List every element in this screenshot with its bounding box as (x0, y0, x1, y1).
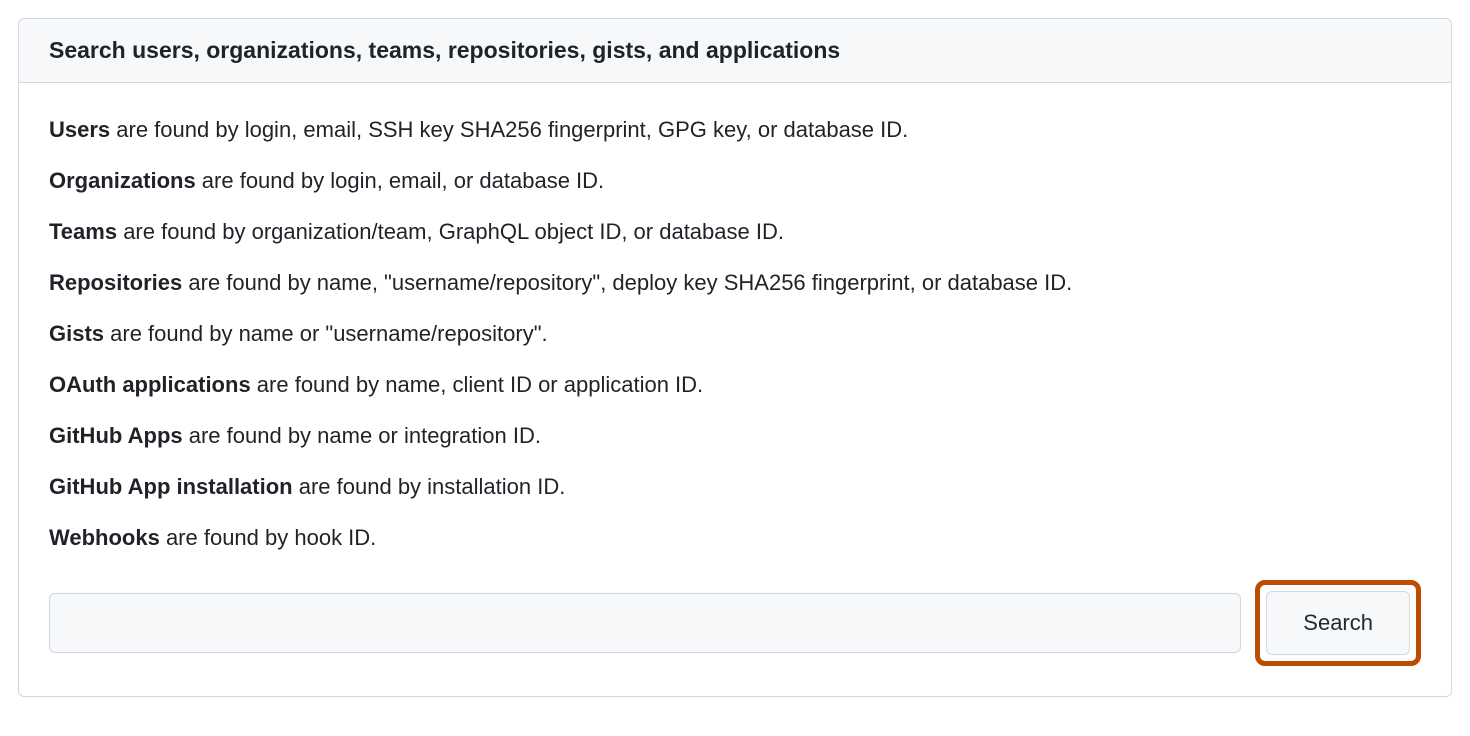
help-bold: OAuth applications (49, 372, 251, 397)
help-line-repositories: Repositories are found by name, "usernam… (49, 266, 1421, 299)
help-rest: are found by login, email, or database I… (196, 168, 604, 193)
help-line-users: Users are found by login, email, SSH key… (49, 113, 1421, 146)
help-line-github-apps: GitHub Apps are found by name or integra… (49, 419, 1421, 452)
search-panel: Search users, organizations, teams, repo… (18, 18, 1452, 697)
help-rest: are found by name or "username/repositor… (104, 321, 548, 346)
help-bold: Teams (49, 219, 117, 244)
help-bold: Gists (49, 321, 104, 346)
help-line-github-app-installation: GitHub App installation are found by ins… (49, 470, 1421, 503)
panel-header: Search users, organizations, teams, repo… (19, 19, 1451, 83)
help-rest: are found by name or integration ID. (183, 423, 541, 448)
help-rest: are found by hook ID. (160, 525, 376, 550)
help-bold: GitHub App installation (49, 474, 293, 499)
help-bold: Organizations (49, 168, 196, 193)
help-rest: are found by organization/team, GraphQL … (117, 219, 784, 244)
help-line-teams: Teams are found by organization/team, Gr… (49, 215, 1421, 248)
help-bold: Webhooks (49, 525, 160, 550)
help-rest: are found by name, "username/repository"… (182, 270, 1072, 295)
panel-title: Search users, organizations, teams, repo… (49, 37, 1421, 64)
panel-body: Users are found by login, email, SSH key… (19, 83, 1451, 696)
search-row: Search (49, 580, 1421, 666)
help-bold: Users (49, 117, 110, 142)
help-bold: Repositories (49, 270, 182, 295)
help-rest: are found by installation ID. (293, 474, 566, 499)
help-rest: are found by name, client ID or applicat… (251, 372, 703, 397)
search-input[interactable] (49, 593, 1241, 653)
help-line-gists: Gists are found by name or "username/rep… (49, 317, 1421, 350)
search-button[interactable]: Search (1266, 591, 1410, 655)
help-line-organizations: Organizations are found by login, email,… (49, 164, 1421, 197)
help-bold: GitHub Apps (49, 423, 183, 448)
search-button-highlight: Search (1255, 580, 1421, 666)
help-line-oauth-applications: OAuth applications are found by name, cl… (49, 368, 1421, 401)
help-line-webhooks: Webhooks are found by hook ID. (49, 521, 1421, 554)
help-rest: are found by login, email, SSH key SHA25… (110, 117, 908, 142)
